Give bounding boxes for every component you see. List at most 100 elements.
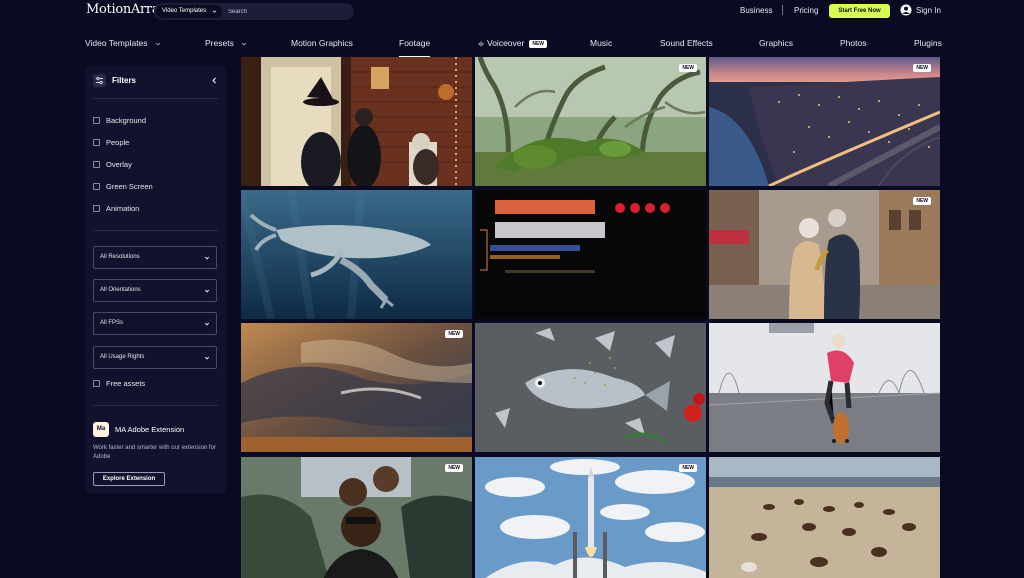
orientation-select[interactable]: All Orientations xyxy=(93,279,217,302)
footage-grid: NEW NEW NEW NEW NEW NEW xyxy=(241,57,940,578)
ma-extension-logo: Ma xyxy=(93,422,109,437)
select-value: All Resolutions xyxy=(100,254,140,260)
girl-skateboarding-foggy-image xyxy=(709,323,940,452)
explore-extension-button[interactable]: Explore Extension xyxy=(93,472,165,486)
checkbox-animation[interactable]: Animation xyxy=(93,204,139,216)
user-icon[interactable] xyxy=(900,4,912,16)
checkbox-green-screen[interactable]: Green Screen xyxy=(93,182,153,194)
extension-description: Work faster and smarter with our extensi… xyxy=(93,445,216,460)
checkbox-label: Green Screen xyxy=(106,182,153,191)
resolution-select[interactable]: All Resolutions xyxy=(93,246,217,269)
new-badge: NEW xyxy=(445,464,463,472)
checkbox[interactable] xyxy=(93,380,100,387)
chevron-down-icon xyxy=(204,322,210,326)
divider xyxy=(93,405,218,406)
checkbox-overlay[interactable]: Overlay xyxy=(93,160,132,172)
search-bar[interactable]: Video Templates xyxy=(154,3,354,20)
checkbox[interactable] xyxy=(93,161,100,168)
checkbox[interactable] xyxy=(93,183,100,190)
footage-thumbnail[interactable]: NEW xyxy=(709,57,940,186)
nav-plugins[interactable]: Plugins xyxy=(914,38,942,48)
chevron-down-icon xyxy=(204,289,210,293)
storm-clouds-image xyxy=(241,323,472,452)
chevron-down-icon xyxy=(204,256,210,260)
checkbox[interactable] xyxy=(93,139,100,146)
waveform-icon xyxy=(478,41,484,47)
filters-title: Filters xyxy=(112,76,137,85)
nav-voiceover[interactable]: Voiceover NEW xyxy=(478,38,548,48)
start-free-button[interactable]: Start Free Now xyxy=(829,4,890,18)
top-bar: MotionArray Video Templates Business Pri… xyxy=(0,0,1024,24)
nav-video-templates[interactable]: Video Templates xyxy=(85,38,161,48)
signin-link[interactable]: Sign In xyxy=(916,6,941,15)
filters-sidebar: Filters Background People Overlay Green … xyxy=(85,66,226,493)
mossy-forest-image xyxy=(475,57,706,186)
blurred-lights-image xyxy=(475,190,706,319)
chevron-down-icon xyxy=(204,356,210,360)
nav-motion-graphics[interactable]: Motion Graphics xyxy=(291,38,353,48)
footage-thumbnail[interactable] xyxy=(475,323,706,452)
footage-thumbnail[interactable]: NEW xyxy=(709,190,940,319)
chevron-down-icon xyxy=(242,42,247,46)
checkbox[interactable] xyxy=(93,117,100,124)
search-input[interactable] xyxy=(228,3,348,20)
chevron-left-icon[interactable] xyxy=(211,77,218,84)
nav-label: Voiceover xyxy=(487,38,525,48)
nav-footage[interactable]: Footage xyxy=(399,38,431,57)
divider xyxy=(782,5,783,15)
select-value: All Orientations xyxy=(100,287,141,293)
search-type-label: Video Templates xyxy=(162,8,207,14)
new-badge: NEW xyxy=(679,464,697,472)
nav-music[interactable]: Music xyxy=(590,38,612,48)
new-badge: NEW xyxy=(529,40,548,48)
divider xyxy=(93,230,218,231)
footage-thumbnail[interactable]: NEW xyxy=(475,57,706,186)
footage-thumbnail[interactable]: NEW xyxy=(241,323,472,452)
checkbox[interactable] xyxy=(93,205,100,212)
elderly-couple-street-image xyxy=(709,190,940,319)
new-badge: NEW xyxy=(913,197,931,205)
halloween-trick-or-treat-image xyxy=(241,57,472,186)
nav-label: Presets xyxy=(205,38,234,48)
fps-select[interactable]: All FPSs xyxy=(93,312,217,335)
footage-thumbnail[interactable] xyxy=(709,323,940,452)
new-badge: NEW xyxy=(679,64,697,72)
new-badge: NEW xyxy=(913,64,931,72)
usage-rights-select[interactable]: All Usage Rights xyxy=(93,346,217,369)
footage-thumbnail[interactable]: NEW xyxy=(475,457,706,578)
footage-thumbnail[interactable]: NEW xyxy=(241,457,472,578)
search-type-dropdown[interactable]: Video Templates xyxy=(156,5,222,18)
footage-thumbnail[interactable] xyxy=(709,457,940,578)
pricing-link[interactable]: Pricing xyxy=(794,6,818,15)
new-badge: NEW xyxy=(445,330,463,338)
porto-city-dusk-image xyxy=(709,57,940,186)
friends-selfie-image xyxy=(241,457,472,578)
select-value: All FPSs xyxy=(100,320,124,326)
nav-graphics[interactable]: Graphics xyxy=(759,38,793,48)
filters-header: Filters xyxy=(93,74,218,90)
checkbox-people[interactable]: People xyxy=(93,138,129,150)
category-nav: Video Templates Presets Motion Graphics … xyxy=(0,30,1024,57)
select-value: All Usage Rights xyxy=(100,354,145,360)
checkbox-label: Overlay xyxy=(106,160,132,169)
chevron-down-icon xyxy=(212,10,217,13)
footage-thumbnail[interactable] xyxy=(241,57,472,186)
nav-sound-effects[interactable]: Sound Effects xyxy=(660,38,713,48)
extension-title: MA Adobe Extension xyxy=(115,425,185,434)
fish-on-ice-image xyxy=(475,323,706,452)
chevron-down-icon xyxy=(155,42,161,46)
checkbox-label: Animation xyxy=(106,204,140,213)
business-link[interactable]: Business xyxy=(740,6,772,15)
footage-thumbnail[interactable] xyxy=(241,190,472,319)
checkbox-label: People xyxy=(106,138,130,147)
nav-photos[interactable]: Photos xyxy=(840,38,866,48)
checkbox-background[interactable]: Background xyxy=(93,116,146,128)
nav-presets[interactable]: Presets xyxy=(205,38,247,48)
nav-label: Video Templates xyxy=(85,38,148,48)
checkbox-label: Free assets xyxy=(106,379,146,388)
footage-thumbnail[interactable] xyxy=(475,190,706,319)
rocket-launch-image xyxy=(475,457,706,578)
humpback-whale-underwater-image xyxy=(241,190,472,319)
checkbox-free-assets[interactable]: Free assets xyxy=(93,379,145,391)
horses-on-beach-image xyxy=(709,457,940,578)
